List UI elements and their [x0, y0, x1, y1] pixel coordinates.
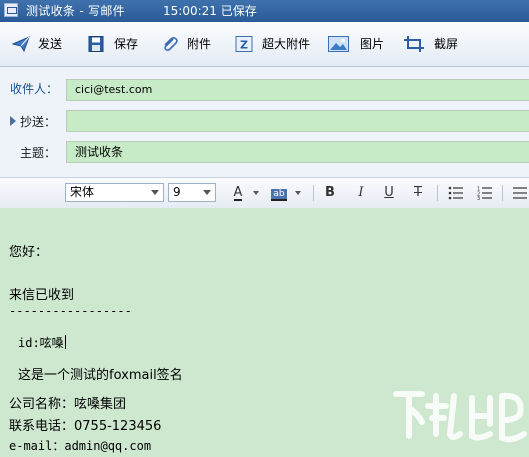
- large-attachment-button[interactable]: Z 超大附件: [235, 22, 315, 66]
- highlight-dropdown[interactable]: [294, 184, 304, 202]
- font-color-icon: A: [233, 185, 243, 201]
- email-line: e-mail：admin@qq.com: [9, 439, 152, 453]
- format-toolbar: 宋体 9 A ab B I U T 1 2 3: [0, 177, 529, 209]
- font-color-button[interactable]: A: [230, 184, 246, 202]
- image-icon: [328, 36, 349, 52]
- highlight-icon: ab: [271, 189, 287, 201]
- phone-line: 联系电话：0755-123456: [9, 419, 162, 434]
- chevron-down-icon: [253, 191, 259, 195]
- cc-label: 抄送：: [20, 115, 57, 129]
- compose-header: 收件人： cici@test.com 抄送： 主题： 测试收条: [0, 67, 529, 177]
- toolbar-divider: [313, 185, 314, 201]
- numbered-list-icon[interactable]: 1 2 3: [477, 186, 493, 200]
- save-button[interactable]: 保存: [87, 22, 147, 66]
- underline-button[interactable]: U: [381, 184, 397, 202]
- body-text: 来信已收到: [9, 288, 75, 303]
- signature-id-line: id:呟嗓: [18, 334, 66, 351]
- large-attachment-icon: Z: [235, 36, 253, 52]
- mail-app-icon: [4, 3, 18, 17]
- align-icon[interactable]: [512, 186, 528, 200]
- font-size-select[interactable]: 9: [168, 183, 216, 202]
- bold-button[interactable]: B: [322, 184, 338, 202]
- subject-field[interactable]: 测试收条: [66, 141, 529, 163]
- save-label: 保存: [114, 37, 139, 51]
- paperclip-icon: [164, 37, 178, 51]
- text-caret: [64, 335, 66, 349]
- watermark-logo-icon: [393, 391, 527, 443]
- window-title: 测试收条 - 写邮件: [26, 4, 125, 18]
- save-icon: [88, 36, 104, 52]
- insert-image-label: 图片: [360, 37, 385, 51]
- toolbar-divider: [502, 185, 503, 201]
- company-name-line: 公司名称：呟嗓集团: [9, 397, 127, 412]
- screenshot-label: 截屏: [434, 37, 459, 51]
- signature-id-text: id:呟嗓: [18, 336, 64, 350]
- divider-text: -----------------: [9, 304, 132, 318]
- highlight-button[interactable]: ab: [270, 184, 288, 202]
- attachment-label: 附件: [187, 37, 212, 51]
- chevron-down-icon: [203, 190, 211, 195]
- italic-button[interactable]: I: [353, 184, 369, 202]
- save-status: 15:00:21 已保存: [163, 4, 257, 18]
- to-label: 收件人：: [10, 82, 59, 96]
- strikethrough-button[interactable]: T: [410, 184, 426, 202]
- large-attachment-label: 超大附件: [262, 37, 311, 51]
- send-label: 发送: [38, 37, 63, 51]
- toolbar-divider: [437, 185, 438, 201]
- to-field[interactable]: cici@test.com: [66, 79, 529, 101]
- screenshot-button[interactable]: 截屏: [404, 22, 464, 66]
- bullet-list-icon[interactable]: [448, 186, 464, 200]
- chevron-down-icon: [151, 190, 159, 195]
- send-icon: [12, 36, 30, 52]
- font-family-select[interactable]: 宋体: [65, 183, 164, 202]
- send-button[interactable]: 发送: [12, 22, 72, 66]
- font-family-value: 宋体: [70, 185, 95, 199]
- font-size-value: 9: [173, 185, 181, 199]
- attachment-button[interactable]: 附件: [161, 22, 221, 66]
- signature-line: 这是一个测试的foxmail签名: [18, 368, 183, 383]
- svg-text:Z: Z: [240, 39, 248, 52]
- greeting-text: 您好：: [9, 245, 49, 260]
- screenshot-crop-icon: [404, 36, 424, 52]
- subject-label: 主题：: [20, 146, 57, 160]
- compose-toolbar: 发送 保存 附件 Z 超大附件 图片 截屏: [0, 22, 529, 67]
- expand-triangle-icon[interactable]: [9, 116, 17, 126]
- font-color-dropdown[interactable]: [252, 184, 262, 202]
- cc-field[interactable]: [66, 110, 529, 132]
- insert-image-button[interactable]: 图片: [328, 22, 388, 66]
- svg-text:3: 3: [477, 196, 480, 200]
- chevron-down-icon: [295, 191, 301, 195]
- title-bar: 测试收条 - 写邮件 15:00:21 已保存: [0, 0, 529, 22]
